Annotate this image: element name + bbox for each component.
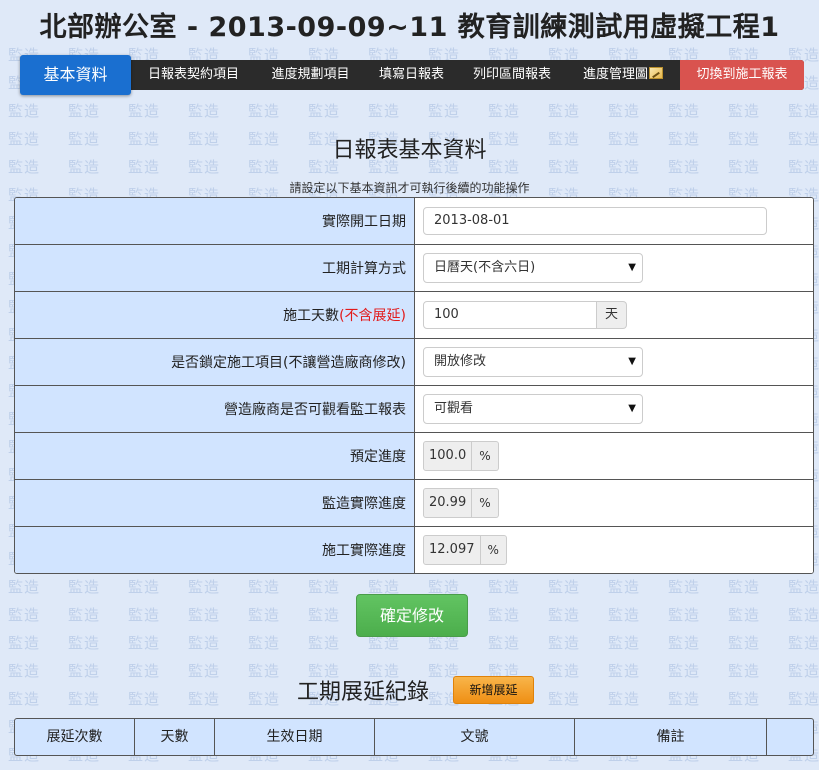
form-row-planned-progress: 預定進度 100.0 %	[15, 432, 813, 479]
planned-progress-label: 預定進度	[15, 433, 415, 479]
construction-progress-label: 施工實際進度	[15, 527, 415, 573]
page-title: 北部辦公室 - 2013-09-09~11 教育訓練測試用虛擬工程1	[39, 12, 780, 43]
work-days-label: 施工天數 (不含展延)	[15, 292, 415, 338]
form-row-calc-method: 工期計算方式 日曆天(不含六日) ▼	[15, 244, 813, 291]
column-header-document-number: 文號	[375, 719, 575, 755]
chevron-down-icon: ▼	[628, 403, 636, 414]
add-extension-button[interactable]: 新增展延	[453, 676, 534, 704]
work-days-input[interactable]: 100	[423, 301, 597, 329]
lock-items-value: 開放修改	[434, 354, 487, 369]
chart-icon	[649, 67, 663, 79]
form-row-actual-start: 實際開工日期 2013-08-01	[15, 198, 813, 244]
nav-tab-progress-chart[interactable]: 進度管理圖	[567, 60, 679, 90]
nav-tab-progress-chart-label: 進度管理圖	[582, 67, 648, 82]
lock-items-select[interactable]: 開放修改 ▼	[423, 347, 643, 377]
nav-tab-progress-planning[interactable]: 進度規劃項目	[255, 60, 366, 90]
extension-table-header: 展延次數 天數 生效日期 文號 備註	[14, 718, 814, 756]
work-days-unit: 天	[597, 301, 628, 329]
column-header-extension-count: 展延次數	[15, 719, 135, 755]
section-hint: 請設定以下基本資訊才可執行後續的功能操作	[289, 181, 530, 195]
form-row-construction-progress: 施工實際進度 12.097 %	[15, 526, 813, 573]
form-row-contractor-view: 營造廠商是否可觀看監工報表 可觀看 ▼	[15, 385, 813, 432]
calc-method-select[interactable]: 日曆天(不含六日) ▼	[423, 253, 643, 283]
confirm-update-button[interactable]: 確定修改	[356, 594, 468, 637]
supervision-progress-percent: %	[472, 488, 499, 518]
form-row-lock-items: 是否鎖定施工項目(不讓營造廠商修改) 開放修改 ▼	[15, 338, 813, 385]
form-row-supervision-progress: 監造實際進度 20.99 %	[15, 479, 813, 526]
form-row-work-days: 施工天數 (不含展延) 100 天	[15, 291, 813, 338]
contractor-view-label: 營造廠商是否可觀看監工報表	[15, 386, 415, 432]
planned-progress-percent: %	[472, 441, 499, 471]
contractor-view-value: 可觀看	[434, 401, 474, 416]
main-nav: 基本資料 日報表契約項目 進度規劃項目 填寫日報表 列印區間報表 進度管理圖 切…	[20, 55, 804, 95]
actual-start-label: 實際開工日期	[15, 198, 415, 244]
chevron-down-icon: ▼	[628, 356, 636, 367]
extension-section-title: 工期展延紀錄	[297, 680, 430, 705]
lock-items-label: 是否鎖定施工項目(不讓營造廠商修改)	[15, 339, 415, 385]
chevron-down-icon: ▼	[628, 262, 636, 273]
construction-progress-percent: %	[480, 535, 507, 565]
nav-tab-fill-daily-report[interactable]: 填寫日報表	[366, 60, 457, 90]
basic-info-form: 實際開工日期 2013-08-01 工期計算方式 日曆天(不含六日) ▼ 施工天…	[14, 197, 814, 574]
planned-progress-value: 100.0	[423, 441, 473, 471]
section-title: 日報表基本資料	[332, 138, 487, 163]
work-days-note: (不含展延)	[339, 308, 406, 324]
nav-switch-construction-report[interactable]: 切換到施工報表	[680, 60, 804, 90]
nav-tab-contract-items[interactable]: 日報表契約項目	[132, 60, 255, 90]
nav-tab-print-range-report[interactable]: 列印區間報表	[457, 60, 567, 90]
construction-progress-value: 12.097	[423, 535, 481, 565]
contractor-view-select[interactable]: 可觀看 ▼	[423, 394, 643, 424]
calc-method-label: 工期計算方式	[15, 245, 415, 291]
column-header-effective-date: 生效日期	[215, 719, 375, 755]
work-days-label-text: 施工天數	[283, 308, 340, 324]
column-header-remarks: 備註	[575, 719, 767, 755]
actual-start-date-input[interactable]: 2013-08-01	[423, 207, 767, 235]
column-header-actions	[767, 719, 813, 755]
column-header-days: 天數	[135, 719, 215, 755]
supervision-progress-label: 監造實際進度	[15, 480, 415, 526]
supervision-progress-value: 20.99	[423, 488, 473, 518]
nav-tab-basic-info[interactable]: 基本資料	[20, 55, 131, 95]
calc-method-value: 日曆天(不含六日)	[434, 260, 536, 275]
